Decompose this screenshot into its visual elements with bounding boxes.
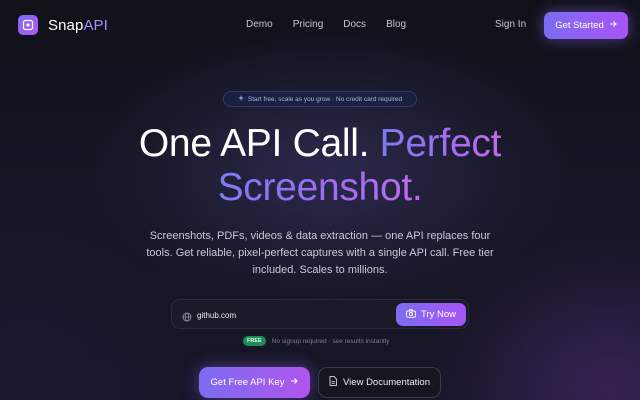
get-free-api-key-button[interactable]: Get Free API Key [199,367,310,398]
free-note-text: No signup required · see results instant… [271,337,390,345]
get-free-api-key-label: Get Free API Key [210,377,285,388]
free-note-row: FREE No signup required · see results in… [243,336,389,346]
logo-word-snap: Snap [48,16,84,34]
get-started-button[interactable]: Get Started [544,12,628,39]
logo[interactable]: SnapAPI [18,15,108,35]
try-now-label: Try Now [420,309,456,320]
url-input[interactable] [197,307,387,323]
nav-link-docs[interactable]: Docs [343,19,366,30]
view-documentation-button[interactable]: View Documentation [318,367,441,398]
nav-link-pricing[interactable]: Pricing [293,19,324,30]
promo-badge: Start free, scale as you grow · No credi… [223,91,417,107]
free-badge: FREE [243,336,266,346]
promo-badge-text: Start free, scale as you grow · No credi… [247,95,403,103]
headline-line-2: Screenshot. [0,165,640,211]
nav-link-blog[interactable]: Blog [386,19,406,30]
logo-mark-icon [18,15,38,35]
hero-subtitle: Screenshots, PDFs, videos & data extract… [146,230,494,276]
top-nav: SnapAPI Demo Pricing Docs Blog Sign In G… [0,0,640,52]
sparkle-icon [237,95,244,103]
nav-link-demo[interactable]: Demo [246,19,273,30]
get-started-label: Get Started [555,20,604,31]
view-documentation-label: View Documentation [343,377,430,388]
headline-line-1: One API Call. Perfect [0,121,640,167]
headline-line-2-text: Screenshot. [217,166,423,209]
globe-icon [182,309,192,327]
camera-icon [406,308,416,321]
headline-part-2: Perfect [379,122,502,165]
nav-links: Demo Pricing Docs Blog [246,19,406,30]
document-icon [329,376,337,389]
logo-text: SnapAPI [48,17,108,34]
logo-word-api: API [83,16,108,34]
try-now-button[interactable]: Try Now [396,303,466,326]
try-form: Try Now [171,299,469,329]
sign-in-link[interactable]: Sign In [495,19,526,30]
arrow-right-icon [290,377,299,388]
headline-part-1: One API Call. [138,122,370,165]
arrow-right-icon [609,20,617,31]
